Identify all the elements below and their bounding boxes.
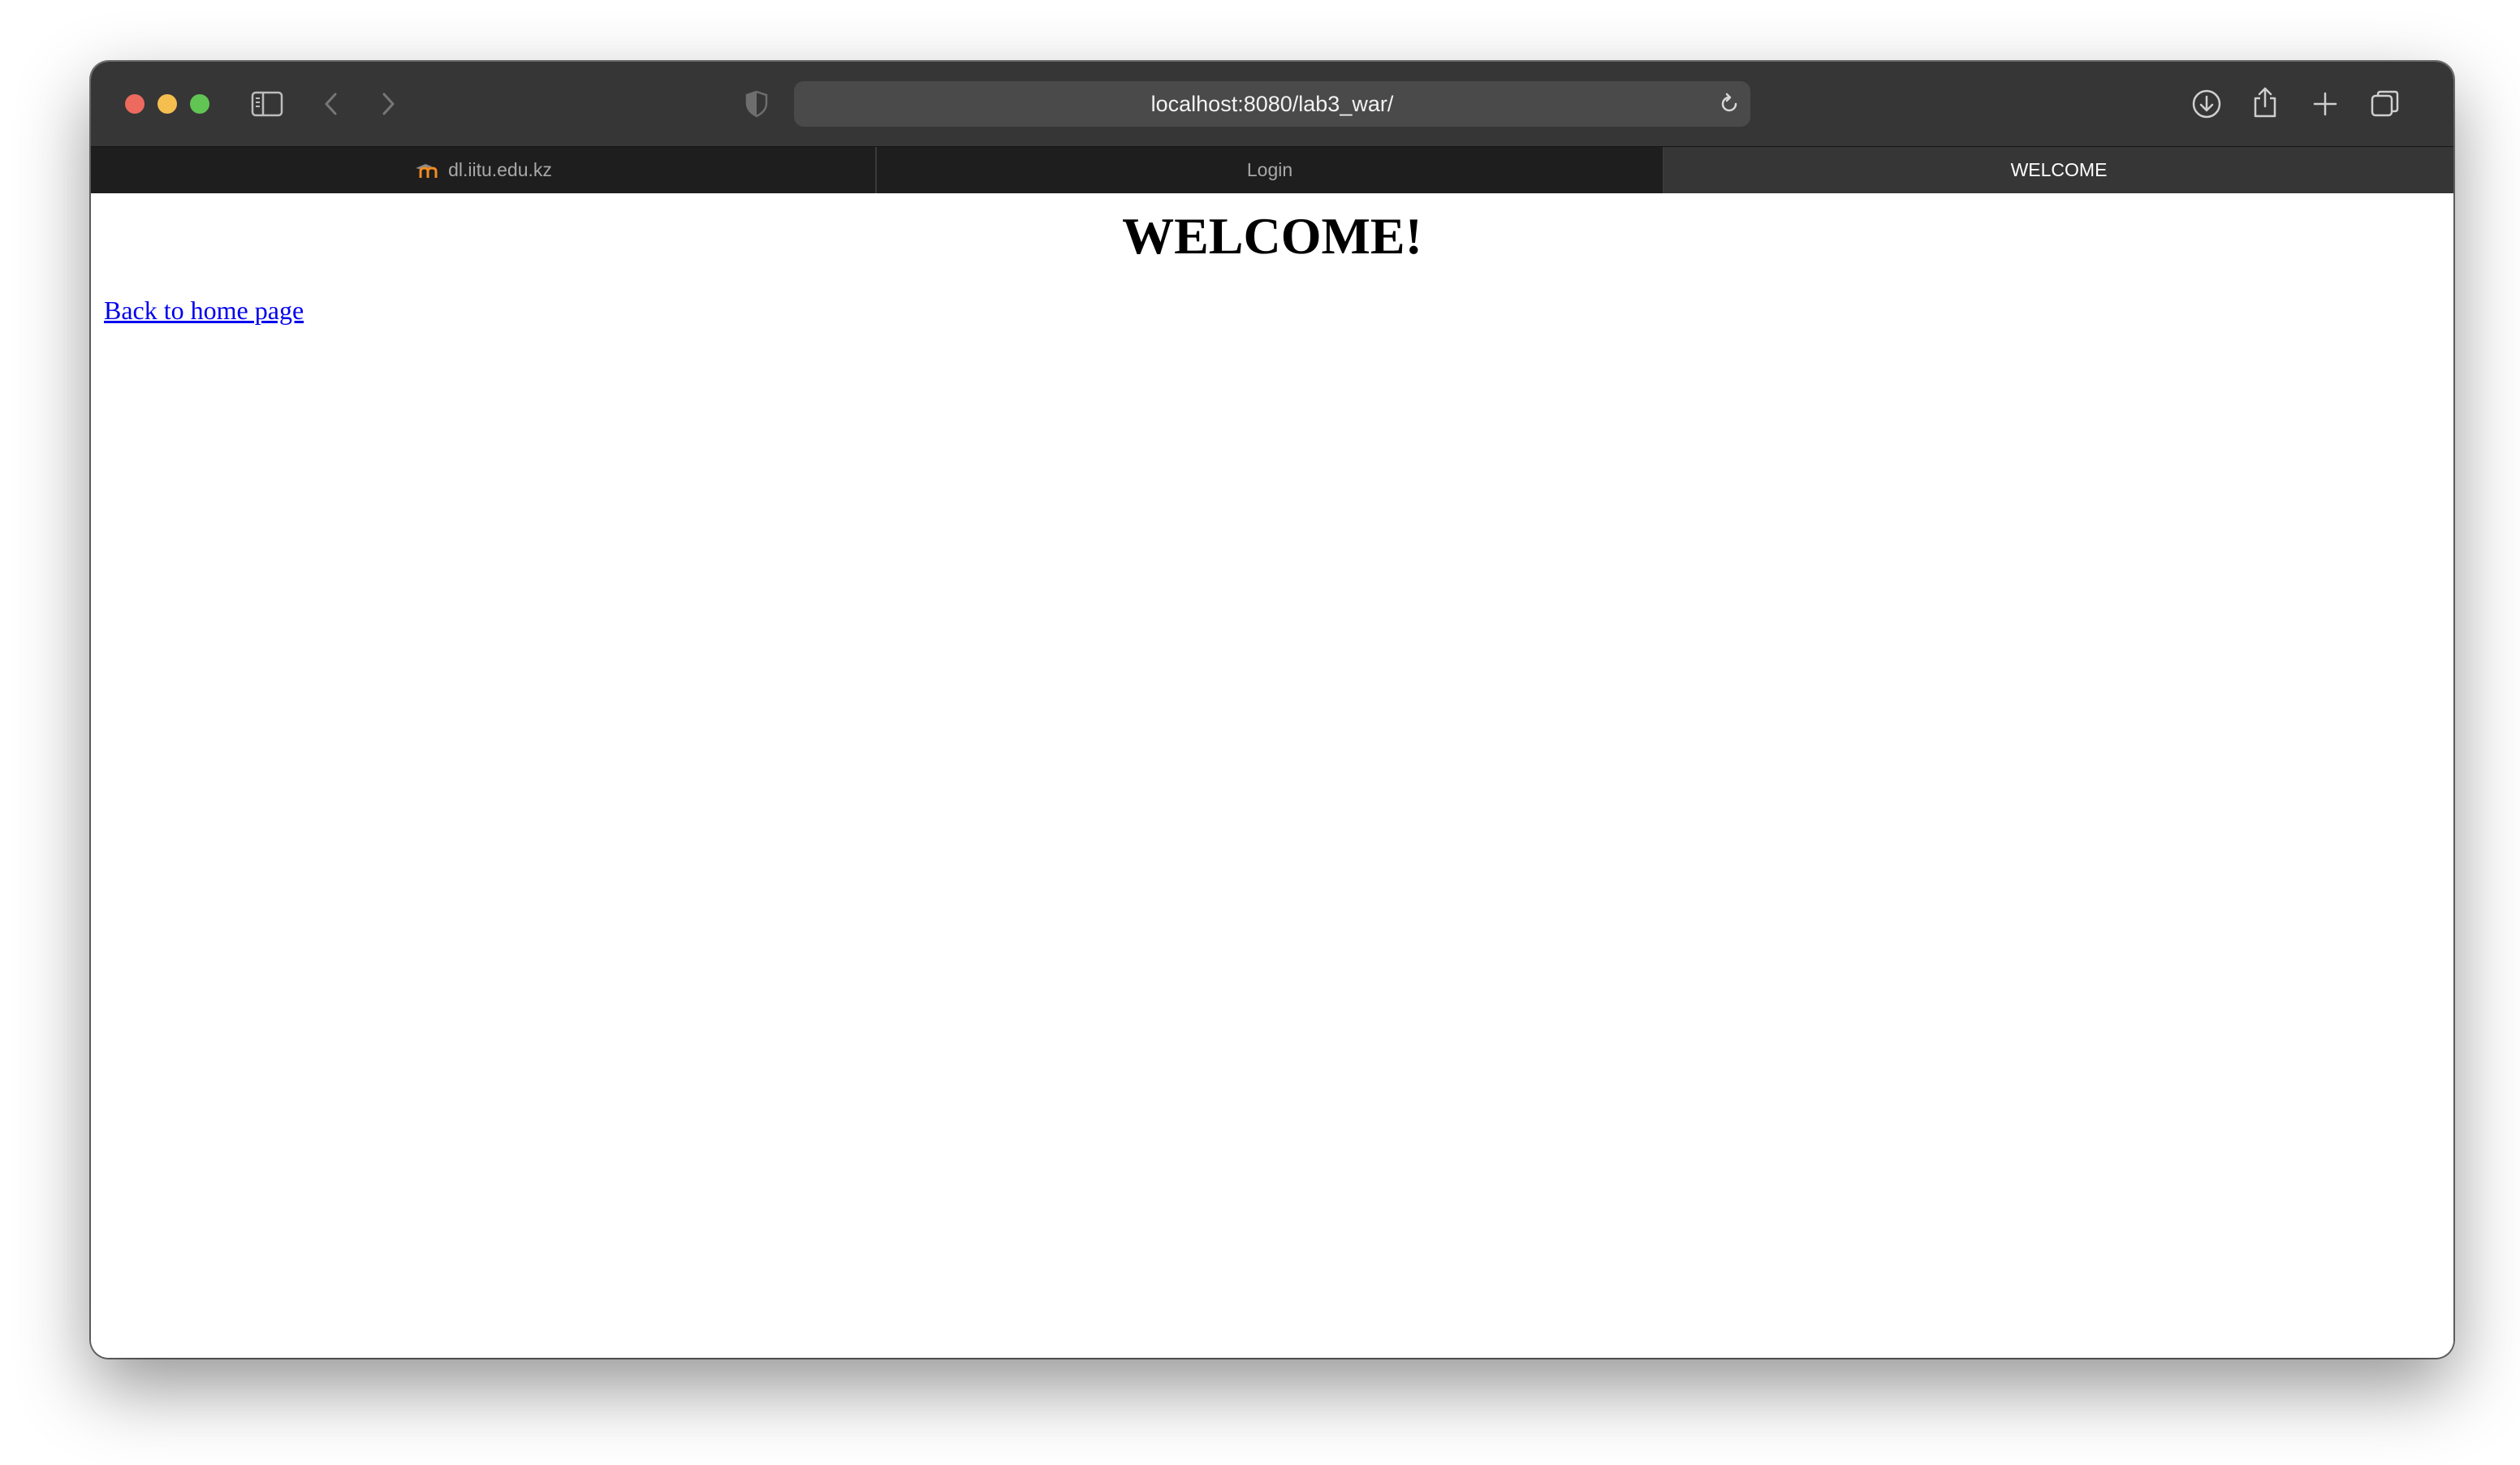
page-content: WELCOME! Back to home page <box>91 193 2453 1358</box>
address-bar[interactable]: localhost:8080/lab3_war/ <box>794 81 1750 127</box>
privacy-shield-icon[interactable] <box>740 88 773 120</box>
back-to-home-link[interactable]: Back to home page <box>104 294 304 326</box>
reload-icon[interactable] <box>1716 91 1742 117</box>
tab-label: WELCOME <box>2010 159 2108 180</box>
forward-arrow-icon[interactable] <box>375 88 401 120</box>
browser-toolbar: localhost:8080/lab3_war/ <box>91 62 2453 146</box>
close-window-button[interactable] <box>125 94 145 114</box>
downloads-icon[interactable] <box>2189 86 2224 122</box>
sidebar-toggle-icon[interactable] <box>250 88 284 120</box>
moodle-favicon-icon <box>414 162 442 179</box>
minimize-window-button[interactable] <box>158 94 177 114</box>
page-heading: WELCOME! <box>1122 207 1422 265</box>
tab-label: Login <box>1246 159 1293 180</box>
zoom-window-button[interactable] <box>190 94 209 114</box>
tab-bar: dl.iitu.edu.kz Login WELCOME <box>91 146 2453 193</box>
tab-dl-iitu[interactable]: dl.iitu.edu.kz <box>91 147 877 193</box>
tab-overview-icon[interactable] <box>2367 86 2403 122</box>
back-arrow-icon[interactable] <box>318 88 344 120</box>
browser-window: localhost:8080/lab3_war/ dl.iitu.edu.kz … <box>91 62 2453 1358</box>
share-icon[interactable] <box>2249 83 2281 122</box>
tab-label: dl.iitu.edu.kz <box>448 159 552 180</box>
new-tab-plus-icon[interactable] <box>2309 88 2341 120</box>
tab-login[interactable]: Login <box>877 147 1664 193</box>
tab-welcome[interactable]: WELCOME <box>1664 147 2453 193</box>
url-text[interactable]: localhost:8080/lab3_war/ <box>794 81 1750 127</box>
